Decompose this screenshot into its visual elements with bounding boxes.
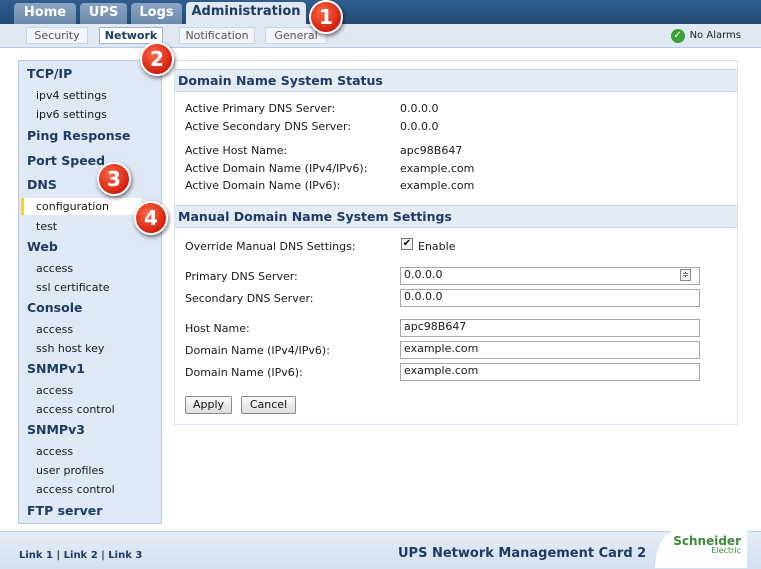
sidebar-section-tcpip[interactable]: TCP/IP xyxy=(27,66,72,81)
footer-separator: | xyxy=(56,550,61,561)
step-badge-1: 1 xyxy=(309,0,343,34)
footer-link-2[interactable]: Link 2 xyxy=(64,550,98,561)
footer-link-1[interactable]: Link 1 xyxy=(19,550,53,561)
primary-dns-input[interactable]: 0.0.0.0 xyxy=(400,267,700,285)
sidebar-section-dns[interactable]: DNS xyxy=(27,177,57,192)
subtab-notification[interactable]: Notification xyxy=(179,27,255,44)
secondary-dns-input[interactable]: 0.0.0.0 xyxy=(400,289,700,307)
sub-navigation-bar: Security Network Notification General ✓ … xyxy=(0,24,761,48)
sidebar-section-port-speed[interactable]: Port Speed xyxy=(27,153,105,168)
sidebar-item-ssh-host-key[interactable]: ssh host key xyxy=(36,342,104,355)
check-icon: ✓ xyxy=(670,29,685,43)
tab-logs[interactable]: Logs xyxy=(131,3,182,24)
tab-administration[interactable]: Administration xyxy=(186,2,306,24)
sidebar-item-console-access[interactable]: access xyxy=(36,323,73,336)
footer-link-3[interactable]: Link 3 xyxy=(108,550,142,561)
sidebar-item-dns-configuration[interactable]: configuration xyxy=(21,198,141,215)
sidebar-item-snmpv1-access[interactable]: access xyxy=(36,384,73,397)
sidebar-section-snmpv3[interactable]: SNMPv3 xyxy=(27,422,85,437)
active-primary-dns-value: 0.0.0.0 xyxy=(400,102,439,115)
sidebar-item-ipv6-settings[interactable]: ipv6 settings xyxy=(36,108,107,121)
tab-ups[interactable]: UPS xyxy=(80,3,127,24)
active-secondary-dns-label: Active Secondary DNS Server: xyxy=(185,120,352,133)
domain-name-ipv6-label: Domain Name (IPv6): xyxy=(185,366,303,379)
alarm-status-text: No Alarms xyxy=(689,30,741,41)
override-dns-label: Override Manual DNS Settings: xyxy=(185,240,356,253)
sidebar-item-dns-test[interactable]: test xyxy=(36,220,57,233)
host-name-input[interactable]: apc98B647 xyxy=(400,319,700,337)
sidebar: TCP/IP ipv4 settings ipv6 settings Ping … xyxy=(18,60,162,524)
sidebar-item-web-access[interactable]: access xyxy=(36,262,73,275)
sidebar-section-ftp-server[interactable]: FTP server xyxy=(27,503,102,518)
sidebar-section-snmpv1[interactable]: SNMPv1 xyxy=(27,361,85,376)
product-title: UPS Network Management Card 2 xyxy=(398,546,647,561)
tab-home[interactable]: Home xyxy=(14,3,76,24)
override-dns-checkbox[interactable]: ✔ xyxy=(401,238,413,250)
sidebar-item-snmpv3-access[interactable]: access xyxy=(36,445,73,458)
active-host-name-label: Active Host Name: xyxy=(185,144,288,157)
step-badge-2: 2 xyxy=(140,42,174,76)
apply-button[interactable]: Apply xyxy=(185,396,232,414)
active-host-name-value: apc98B647 xyxy=(400,144,463,157)
sidebar-section-console[interactable]: Console xyxy=(27,300,82,315)
sidebar-item-user-profiles[interactable]: user profiles xyxy=(36,464,104,477)
sidebar-section-web[interactable]: Web xyxy=(27,239,58,254)
primary-dns-spin-icon[interactable]: ≑ xyxy=(680,269,691,281)
sidebar-section-ping-response[interactable]: Ping Response xyxy=(27,128,131,143)
sidebar-item-ssl-certificate[interactable]: ssl certificate xyxy=(36,281,110,294)
active-domain-name-ipv6-label: Active Domain Name (IPv6): xyxy=(185,179,341,192)
active-secondary-dns-value: 0.0.0.0 xyxy=(400,120,439,133)
sidebar-item-snmpv1-access-control[interactable]: access control xyxy=(36,403,115,416)
alarm-status[interactable]: ✓ No Alarms xyxy=(670,29,741,43)
active-domain-name-label: Active Domain Name (IPv4/IPv6): xyxy=(185,162,368,175)
footer-links: Link 1 | Link 2 | Link 3 xyxy=(19,550,142,561)
subtab-security[interactable]: Security xyxy=(26,27,88,44)
host-name-label: Host Name: xyxy=(185,322,250,335)
sidebar-item-ipv4-settings[interactable]: ipv4 settings xyxy=(36,89,107,102)
step-badge-3: 3 xyxy=(97,162,131,196)
domain-name-ipv6-input[interactable]: example.com xyxy=(400,363,700,381)
cancel-button[interactable]: Cancel xyxy=(241,396,296,414)
active-domain-name-ipv6-value: example.com xyxy=(400,179,475,192)
manual-dns-header: Manual Domain Name System Settings xyxy=(175,205,737,228)
footer: Link 1 | Link 2 | Link 3 UPS Network Man… xyxy=(0,526,761,569)
main-content: Domain Name System Status Active Primary… xyxy=(174,60,738,425)
active-domain-name-value: example.com xyxy=(400,162,475,175)
dns-status-header: Domain Name System Status xyxy=(175,69,737,92)
sidebar-item-snmpv3-access-control[interactable]: access control xyxy=(36,483,115,496)
secondary-dns-label: Secondary DNS Server: xyxy=(185,292,314,305)
enable-label: Enable xyxy=(418,240,456,253)
step-badge-4: 4 xyxy=(134,201,168,235)
primary-dns-label: Primary DNS Server: xyxy=(185,270,298,283)
domain-name-input[interactable]: example.com xyxy=(400,341,700,359)
domain-name-label: Domain Name (IPv4/IPv6): xyxy=(185,344,330,357)
footer-separator: | xyxy=(101,550,105,561)
top-navigation-bar: Home UPS Logs Administration xyxy=(0,0,761,24)
active-primary-dns-label: Active Primary DNS Server: xyxy=(185,102,336,115)
electric-logo-text: Electric xyxy=(711,546,741,555)
